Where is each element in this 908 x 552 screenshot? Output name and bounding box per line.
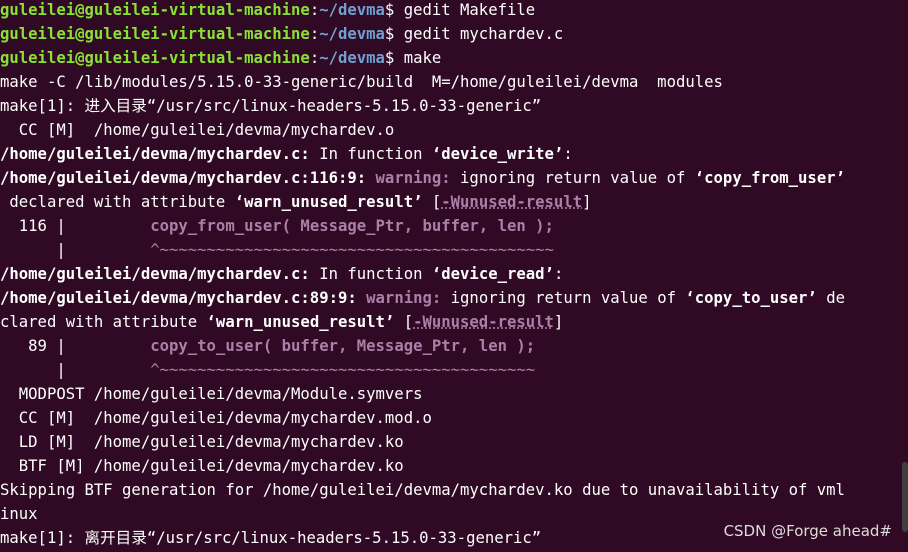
prompt-colon: : (309, 1, 320, 19)
output-text: ignoring return value of (450, 169, 695, 187)
file-path: /home/guleilei/devma/mychardev.c: (0, 145, 310, 163)
output-line: | ^~~~~~~~~~~~~~~~~~~~~~~~~~~~~~~~~~~~~~… (0, 240, 908, 264)
output-text: [ (394, 313, 414, 331)
attribute-name: ‘warn_unused_result’ (206, 313, 395, 331)
line-gutter: 116 | (0, 217, 151, 235)
file-location: /home/guleilei/devma/mychardev.c:116:9: (0, 169, 367, 187)
output-line: Skipping BTF generation for /home/guleil… (0, 481, 845, 499)
output-text: ignoring return value of (441, 289, 686, 307)
prompt-path: ~/devma (319, 25, 385, 43)
source-snippet: copy_from_user( Message_Ptr, buffer, len… (150, 217, 554, 235)
command-text: gedit Makefile (403, 1, 536, 19)
function-name: ‘copy_from_user’ (694, 169, 845, 187)
prompt-colon: : (309, 49, 320, 67)
output-text: [ (422, 193, 442, 211)
output-line: 116 | copy_from_user( Message_Ptr, buffe… (0, 216, 908, 240)
prompt-dollar: $ (384, 25, 404, 43)
output-line: /home/guleilei/devma/mychardev.c:116:9: … (0, 168, 908, 192)
prompt-line-3: guleilei@guleilei-virtual-machine:~/devm… (0, 48, 908, 72)
function-name: ‘copy_to_user’ (685, 289, 817, 307)
prompt-user-host: guleilei@guleilei-virtual-machine (0, 25, 310, 43)
line-gutter: 89 | (0, 337, 151, 355)
terminal-scrollbar[interactable] (902, 462, 908, 532)
output-line: make[1]: 进入目录“/usr/src/linux-headers-5.1… (0, 97, 542, 115)
output-line: make -C /lib/modules/5.15.0-33-generic/b… (0, 73, 723, 91)
output-line: 89 | copy_to_user( buffer, Message_Ptr, … (0, 336, 908, 360)
prompt-path: ~/devma (319, 1, 385, 19)
terminal-output[interactable]: guleilei@guleilei-virtual-machine:~/devm… (0, 0, 908, 552)
attribute-name: ‘warn_unused_result’ (234, 193, 423, 211)
output-line: /home/guleilei/devma/mychardev.c:89:9: w… (0, 288, 908, 312)
output-line: /home/guleilei/devma/mychardev.c: In fun… (0, 264, 908, 288)
output-line: | ^~~~~~~~~~~~~~~~~~~~~~~~~~~~~~~~~~~~~~… (0, 360, 908, 384)
prompt-dollar: $ (384, 1, 404, 19)
caret-marker: ^~~~~~~~~~~~~~~~~~~~~~~~~~~~~~~~~~~~~~~~… (150, 241, 554, 259)
watermark: CSDN @Forge ahead# (723, 522, 892, 540)
output-text: : (563, 145, 573, 163)
output-text: : (553, 265, 564, 283)
prompt-line-2: guleilei@guleilei-virtual-machine:~/devm… (0, 24, 908, 48)
caret-marker: ^~~~~~~~~~~~~~~~~~~~~~~~~~~~~~~~~~~~~~~~… (150, 361, 536, 379)
output-line: LD [M] /home/guleilei/devma/mychardev.ko (0, 433, 404, 451)
prompt-path: ~/devma (319, 49, 385, 67)
warning-label: warning: (366, 289, 442, 307)
command-text: gedit mychardev.c (403, 25, 564, 43)
output-line: clared with attribute ‘warn_unused_resul… (0, 312, 908, 336)
prompt-user-host: guleilei@guleilei-virtual-machine (0, 49, 310, 67)
prompt-colon: : (309, 25, 320, 43)
output-line: BTF [M] /home/guleilei/devma/mychardev.k… (0, 457, 404, 475)
output-line: declared with attribute ‘warn_unused_res… (0, 192, 908, 216)
source-snippet: copy_to_user( buffer, Message_Ptr, len )… (150, 337, 536, 355)
output-text: In function (309, 145, 432, 163)
command-text: make (403, 49, 442, 67)
warning-label: warning: (375, 169, 451, 187)
output-line: CC [M] /home/guleilei/devma/mychardev.mo… (0, 409, 432, 427)
output-text: clared with attribute (0, 313, 207, 331)
output-text: In function (309, 265, 432, 283)
output-text: declared with attribute (0, 193, 235, 211)
prompt-dollar: $ (384, 49, 404, 67)
output-text: ] (582, 193, 592, 211)
warning-option-link[interactable]: -Wunused-result (441, 193, 582, 211)
function-name: ‘device_read’ (431, 265, 554, 283)
output-line: CC [M] /home/guleilei/devma/mychardev.o (0, 121, 395, 139)
output-text: de (816, 289, 845, 307)
line-gutter: | (0, 361, 151, 379)
file-path: /home/guleilei/devma/mychardev.c: (0, 265, 310, 283)
function-name: ‘device_write’ (431, 145, 564, 163)
prompt-user-host: guleilei@guleilei-virtual-machine (0, 1, 310, 19)
output-line: MODPOST /home/guleilei/devma/Module.symv… (0, 385, 423, 403)
line-gutter: | (0, 241, 151, 259)
output-text: ] (553, 313, 564, 331)
prompt-line-1: guleilei@guleilei-virtual-machine:~/devm… (0, 0, 908, 24)
output-line: /home/guleilei/devma/mychardev.c: In fun… (0, 144, 908, 168)
file-location: /home/guleilei/devma/mychardev.c:89:9: (0, 289, 357, 307)
warning-option-link[interactable]: -Wunused-result (413, 313, 554, 331)
